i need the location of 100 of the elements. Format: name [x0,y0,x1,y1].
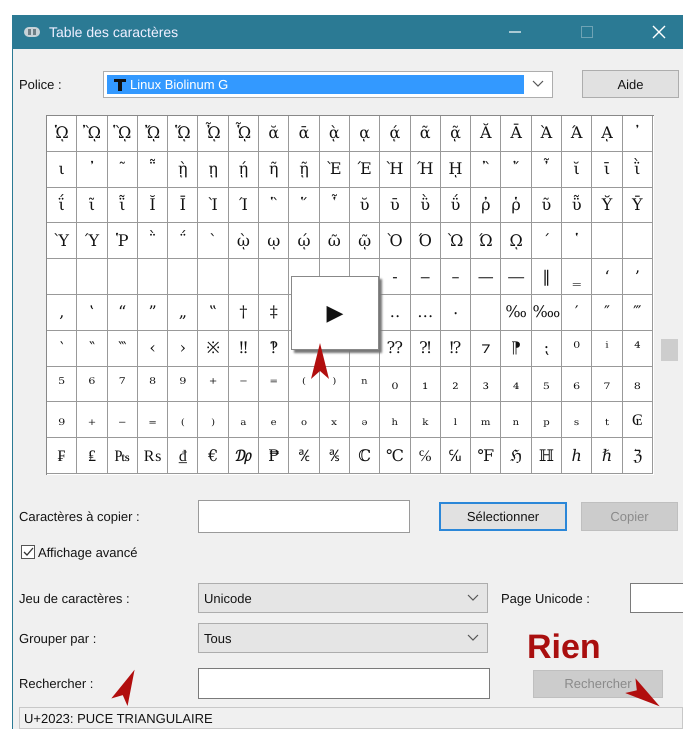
scrollbar-thumb[interactable] [661,339,678,361]
character-cell[interactable]: ι [47,152,78,188]
character-cell[interactable]: ‒ [410,259,441,295]
character-cell[interactable]: ’ [622,259,653,295]
character-cell[interactable]: ₣ [47,438,78,474]
character-cell[interactable]: ῐ [562,152,592,188]
character-cell[interactable]: ₋ [108,402,138,438]
character-cell[interactable]: ῀ [108,152,138,188]
character-cell[interactable]: ⁇ [380,330,411,367]
character-cell[interactable]: – [440,259,472,295]
character-cell[interactable]: Ῐ [138,188,168,224]
character-cell[interactable]: ₙ [501,402,532,438]
maximize-icon[interactable] [580,25,594,39]
character-cell[interactable]: ᾷ [440,116,472,152]
character-cell[interactable]: ᾩ [47,116,78,152]
character-cell[interactable]: ℁ [320,438,350,474]
empty-cell[interactable] [138,259,168,295]
character-cell[interactable]: ´ [532,223,562,260]
character-cell[interactable]: ⁱ [592,330,623,367]
character-cell[interactable]: ₘ [471,402,502,438]
empty-cell[interactable] [168,259,198,295]
character-cell[interactable]: Ό [410,223,441,260]
character-cell[interactable]: ῆ [259,152,290,188]
character-cell[interactable]: ‴ [622,294,653,331]
character-cell[interactable]: ῖ [77,188,108,224]
character-cell[interactable]: ᾴ [380,116,411,152]
character-cell[interactable]: ₁ [410,366,441,402]
character-cell[interactable]: € [198,438,229,474]
character-cell[interactable]: ₗ [440,402,472,438]
character-cell[interactable]: ₛ [562,402,592,438]
character-cell[interactable]: Ᾱ [501,116,532,152]
character-cell[interactable]: ‥ [380,294,411,331]
character-cell[interactable]: ℎ [562,438,592,474]
character-cell[interactable]: ” [138,294,168,331]
character-cell[interactable]: ₓ [320,402,350,438]
dropdown[interactable]: Tous [198,623,488,653]
character-cell[interactable]: … [410,294,441,331]
character-cell[interactable]: ₯ [228,438,260,474]
character-cell[interactable]: Έ [350,152,380,188]
character-cell[interactable]: ‛ [77,294,108,331]
character-cell[interactable]: ⁹ [168,366,198,402]
character-cell[interactable]: ‡ [259,294,290,331]
character-cell[interactable]: ᾳ [350,116,380,152]
character-cell[interactable]: ῁ [138,152,168,188]
character-cell[interactable]: ― [501,259,532,295]
character-cell[interactable]: ⁊ [471,330,502,367]
character-cell[interactable]: ῦ [532,188,562,224]
character-cell[interactable]: ᾲ [320,116,350,152]
character-cell[interactable]: ₔ [350,402,380,438]
character-cell[interactable]: ‰ [501,294,532,331]
empty-cell[interactable] [259,259,290,295]
character-cell[interactable]: ᾶ [410,116,441,152]
search-field[interactable] [198,668,490,699]
character-cell[interactable]: ⁋ [501,330,532,367]
character-cell[interactable]: ῍ [471,152,502,188]
character-cell[interactable]: ῧ [562,188,592,224]
character-cell[interactable]: ₐ [228,402,260,438]
character-cell[interactable]: ₍ [168,402,198,438]
character-cell[interactable]: ῢ [410,188,441,224]
character-cell[interactable]: ″ [592,294,623,331]
copy-field[interactable] [198,500,410,533]
character-cell[interactable]: ῟ [320,188,350,224]
select-button[interactable]: Sélectionner [439,502,567,531]
character-cell[interactable]: Ῥ [108,223,138,260]
character-cell[interactable]: ※ [198,330,229,367]
empty-cell[interactable] [592,223,623,260]
character-cell[interactable]: ῭ [138,223,168,260]
character-cell[interactable]: ᾭ [168,116,198,152]
character-cell[interactable]: ⁴ [622,330,653,367]
character-cell[interactable]: ₌ [138,402,168,438]
character-cell[interactable]: † [228,294,260,331]
character-cell[interactable]: ‑ [380,259,411,295]
character-cell[interactable]: ‹ [138,330,168,367]
character-cell[interactable]: ₄ [501,366,532,402]
character-cell[interactable]: „ [168,294,198,331]
character-cell[interactable]: ᾼ [592,116,623,152]
character-cell[interactable]: ℉ [471,438,502,474]
character-cell[interactable]: ῑ [592,152,623,188]
character-cell[interactable]: ῳ [259,223,290,260]
character-cell[interactable]: ⁿ [350,366,380,402]
character-cell[interactable]: ‚ [47,294,78,331]
character-cell[interactable]: ‗ [562,259,592,295]
character-cell[interactable]: ⁻ [228,366,260,402]
character-cell[interactable]: ‵ [47,330,78,367]
character-cell[interactable]: ‟ [198,294,229,331]
character-cell[interactable]: Ὼ [440,223,472,260]
character-cell[interactable]: ῡ [380,188,411,224]
character-cell[interactable]: ῼ [501,223,532,260]
character-cell[interactable]: Ὰ [532,116,562,152]
character-cell[interactable]: ῒ [622,152,653,188]
character-cell[interactable]: ⁷ [108,366,138,402]
character-cell[interactable]: ₒ [289,402,320,438]
character-cell[interactable]: Ή [410,152,441,188]
empty-cell[interactable] [108,259,138,295]
character-cell[interactable]: ‽ [259,330,290,367]
character-cell[interactable]: Ῑ [168,188,198,224]
character-cell[interactable]: ᾿ [77,152,108,188]
character-cell[interactable]: ₉ [47,402,78,438]
character-cell[interactable]: ₀ [380,366,411,402]
character-cell[interactable]: Ά [562,116,592,152]
